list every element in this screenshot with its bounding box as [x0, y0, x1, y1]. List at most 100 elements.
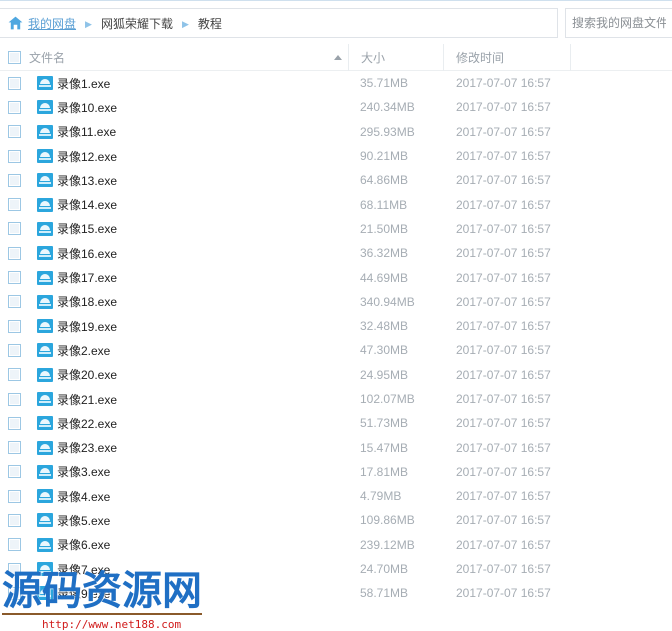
- table-row[interactable]: 录像23.exe 15.47MB 2017-07-07 16:57: [0, 435, 672, 459]
- row-checkbox[interactable]: [8, 125, 21, 139]
- table-row[interactable]: 录像14.exe 68.11MB 2017-07-07 16:57: [0, 192, 672, 216]
- table-row[interactable]: 录像20.exe 24.95MB 2017-07-07 16:57: [0, 363, 672, 387]
- row-checkbox[interactable]: [8, 441, 21, 455]
- file-name-cell[interactable]: 录像12.exe: [8, 144, 117, 168]
- file-name-label[interactable]: 录像10.exe: [57, 99, 117, 116]
- file-name-label[interactable]: 录像9.exe: [57, 585, 110, 602]
- search-box[interactable]: [565, 8, 672, 38]
- file-name-cell[interactable]: 录像21.exe: [8, 387, 117, 411]
- row-checkbox[interactable]: [8, 100, 21, 114]
- table-row[interactable]: 录像17.exe 44.69MB 2017-07-07 16:57: [0, 265, 672, 289]
- table-row[interactable]: 录像12.exe 90.21MB 2017-07-07 16:57: [0, 144, 672, 168]
- breadcrumb-item-1[interactable]: 网狐荣耀下载: [101, 15, 173, 32]
- file-name-label[interactable]: 录像17.exe: [57, 269, 117, 286]
- file-name-cell[interactable]: 录像3.exe: [8, 460, 110, 484]
- file-name-cell[interactable]: 录像1.exe: [8, 71, 110, 95]
- row-checkbox[interactable]: [8, 368, 21, 382]
- file-name-cell[interactable]: 录像15.exe: [8, 217, 117, 241]
- file-name-cell[interactable]: 录像9.exe: [8, 581, 110, 605]
- file-name-label[interactable]: 录像6.exe: [57, 536, 110, 553]
- file-name-label[interactable]: 录像3.exe: [57, 463, 110, 480]
- search-input[interactable]: [566, 9, 672, 37]
- file-name-cell[interactable]: 录像20.exe: [8, 363, 117, 387]
- table-row[interactable]: 录像16.exe 36.32MB 2017-07-07 16:57: [0, 241, 672, 265]
- file-name-cell[interactable]: 录像6.exe: [8, 533, 110, 557]
- file-name-label[interactable]: 录像5.exe: [57, 512, 110, 529]
- exe-file-icon: [37, 294, 53, 309]
- table-row[interactable]: 录像9.exe 58.71MB 2017-07-07 16:57: [0, 581, 672, 605]
- row-checkbox[interactable]: [8, 392, 21, 406]
- table-row[interactable]: 录像4.exe 4.79MB 2017-07-07 16:57: [0, 484, 672, 508]
- row-checkbox[interactable]: [8, 173, 21, 187]
- file-name-label[interactable]: 录像20.exe: [57, 366, 117, 383]
- file-name-label[interactable]: 录像4.exe: [57, 488, 110, 505]
- file-name-label[interactable]: 录像11.exe: [57, 123, 116, 140]
- table-row[interactable]: 录像2.exe 47.30MB 2017-07-07 16:57: [0, 338, 672, 362]
- row-checkbox[interactable]: [8, 319, 21, 333]
- file-name-label[interactable]: 录像21.exe: [57, 391, 117, 408]
- file-name-cell[interactable]: 录像17.exe: [8, 265, 117, 289]
- table-row[interactable]: 录像15.exe 21.50MB 2017-07-07 16:57: [0, 217, 672, 241]
- row-checkbox[interactable]: [8, 465, 21, 479]
- column-header-name[interactable]: 文件名: [0, 44, 348, 71]
- file-name-cell[interactable]: 录像22.exe: [8, 411, 117, 435]
- breadcrumb-item-2[interactable]: 教程: [198, 15, 222, 32]
- file-name-label[interactable]: 录像22.exe: [57, 415, 117, 432]
- table-row[interactable]: 录像21.exe 102.07MB 2017-07-07 16:57: [0, 387, 672, 411]
- row-checkbox[interactable]: [8, 246, 21, 260]
- table-row[interactable]: 录像6.exe 239.12MB 2017-07-07 16:57: [0, 533, 672, 557]
- table-row[interactable]: 录像22.exe 51.73MB 2017-07-07 16:57: [0, 411, 672, 435]
- table-row[interactable]: 录像13.exe 64.86MB 2017-07-07 16:57: [0, 168, 672, 192]
- table-row[interactable]: 录像11.exe 295.93MB 2017-07-07 16:57: [0, 120, 672, 144]
- file-name-cell[interactable]: 录像7.exe: [8, 557, 110, 581]
- file-name-cell[interactable]: 录像18.exe: [8, 290, 117, 314]
- home-icon[interactable]: [8, 16, 23, 30]
- row-checkbox[interactable]: [8, 513, 21, 527]
- table-row[interactable]: 录像7.exe 24.70MB 2017-07-07 16:57: [0, 557, 672, 581]
- file-name-cell[interactable]: 录像11.exe: [8, 120, 116, 144]
- row-checkbox[interactable]: [8, 149, 21, 163]
- column-header-size[interactable]: 大小: [348, 44, 443, 71]
- row-checkbox[interactable]: [8, 586, 21, 600]
- sort-ascending-icon[interactable]: [334, 55, 342, 60]
- table-row[interactable]: 录像1.exe 35.71MB 2017-07-07 16:57: [0, 71, 672, 95]
- file-name-cell[interactable]: 录像14.exe: [8, 192, 117, 216]
- file-name-label[interactable]: 录像1.exe: [57, 75, 110, 92]
- file-name-label[interactable]: 录像18.exe: [57, 293, 117, 310]
- row-checkbox[interactable]: [8, 489, 21, 503]
- row-checkbox[interactable]: [8, 416, 21, 430]
- row-checkbox[interactable]: [8, 343, 21, 357]
- column-header-time[interactable]: 修改时间: [443, 44, 570, 71]
- file-name-label[interactable]: 录像19.exe: [57, 318, 117, 335]
- table-row[interactable]: 录像10.exe 240.34MB 2017-07-07 16:57: [0, 95, 672, 119]
- file-name-label[interactable]: 录像14.exe: [57, 196, 117, 213]
- file-name-cell[interactable]: 录像16.exe: [8, 241, 117, 265]
- row-checkbox[interactable]: [8, 76, 21, 90]
- file-name-cell[interactable]: 录像23.exe: [8, 435, 117, 459]
- row-checkbox[interactable]: [8, 271, 21, 285]
- file-name-label[interactable]: 录像2.exe: [57, 342, 110, 359]
- file-name-label[interactable]: 录像23.exe: [57, 439, 117, 456]
- row-checkbox[interactable]: [8, 222, 21, 236]
- file-name-label[interactable]: 录像15.exe: [57, 220, 117, 237]
- row-checkbox[interactable]: [8, 538, 21, 552]
- file-name-cell[interactable]: 录像2.exe: [8, 338, 110, 362]
- file-name-label[interactable]: 录像16.exe: [57, 245, 117, 262]
- file-name-cell[interactable]: 录像10.exe: [8, 95, 117, 119]
- file-name-cell[interactable]: 录像4.exe: [8, 484, 110, 508]
- file-name-cell[interactable]: 录像13.exe: [8, 168, 117, 192]
- file-name-cell[interactable]: 录像19.exe: [8, 314, 117, 338]
- file-name-label[interactable]: 录像7.exe: [57, 561, 110, 578]
- file-name-cell[interactable]: 录像5.exe: [8, 508, 110, 532]
- table-row[interactable]: 录像19.exe 32.48MB 2017-07-07 16:57: [0, 314, 672, 338]
- breadcrumb-item-0[interactable]: 我的网盘: [28, 15, 76, 32]
- row-checkbox[interactable]: [8, 562, 21, 576]
- select-all-checkbox[interactable]: [8, 51, 21, 64]
- row-checkbox[interactable]: [8, 198, 21, 212]
- row-checkbox[interactable]: [8, 295, 21, 309]
- table-row[interactable]: 录像18.exe 340.94MB 2017-07-07 16:57: [0, 290, 672, 314]
- file-name-label[interactable]: 录像12.exe: [57, 148, 117, 165]
- table-row[interactable]: 录像5.exe 109.86MB 2017-07-07 16:57: [0, 508, 672, 532]
- file-name-label[interactable]: 录像13.exe: [57, 172, 117, 189]
- table-row[interactable]: 录像3.exe 17.81MB 2017-07-07 16:57: [0, 460, 672, 484]
